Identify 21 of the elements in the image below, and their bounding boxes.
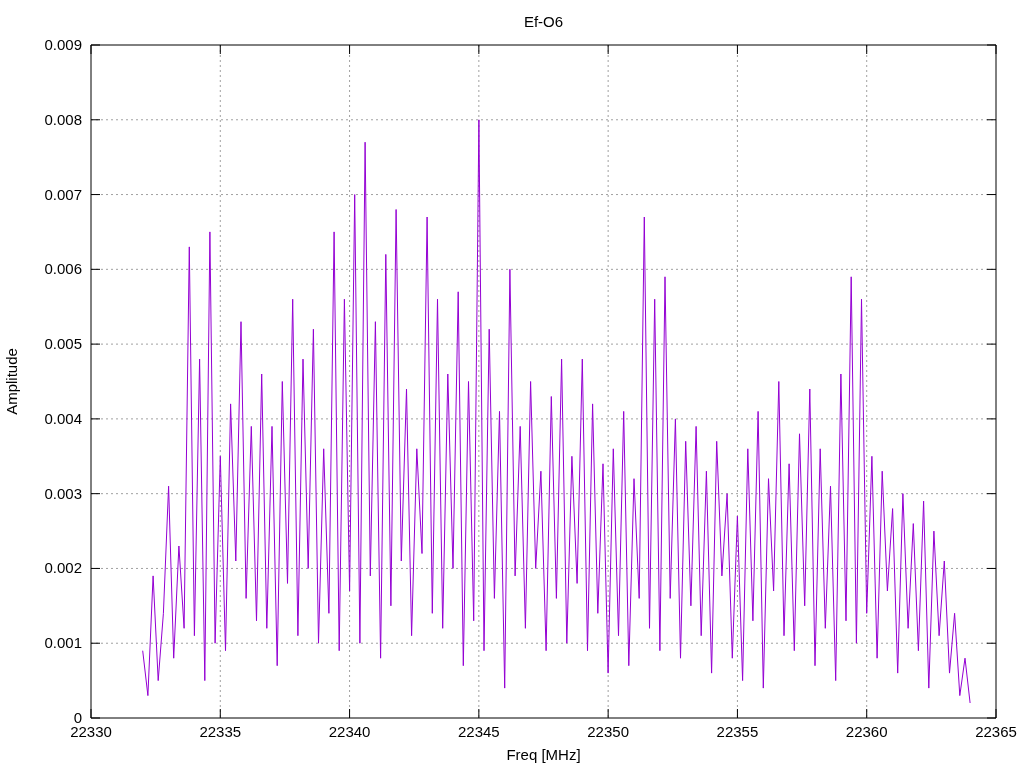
y-tick-label: 0.001 — [44, 634, 82, 652]
y-tick-label: 0.002 — [44, 559, 82, 577]
x-tick-label: 22345 — [458, 723, 500, 740]
x-tick-label: 22350 — [587, 723, 629, 740]
x-tick-label: 22340 — [328, 723, 371, 740]
x-tick-label: 22335 — [199, 723, 242, 740]
x-tick-label: 22330 — [70, 723, 112, 740]
x-axis-label: Freq [MHz] — [506, 746, 581, 763]
y-tick-label: 0.005 — [44, 335, 82, 353]
x-tick-label: 22365 — [975, 723, 1017, 740]
y-tick-label: 0.007 — [44, 185, 82, 203]
x-tick-label: 22355 — [716, 723, 759, 740]
y-tick-label: 0.009 — [44, 36, 82, 53]
chart-title: Ef-O6 — [523, 13, 564, 30]
x-tick-label: 22360 — [845, 723, 888, 740]
y-tick-label: 0.008 — [44, 110, 82, 128]
y-tick-label: 0.006 — [44, 260, 82, 278]
y-tick-label: 0.003 — [44, 484, 82, 502]
y-tick-label: 0.004 — [44, 409, 82, 427]
y-axis-label: Amplitude — [3, 348, 20, 415]
y-tick-label: 0 — [73, 709, 82, 726]
